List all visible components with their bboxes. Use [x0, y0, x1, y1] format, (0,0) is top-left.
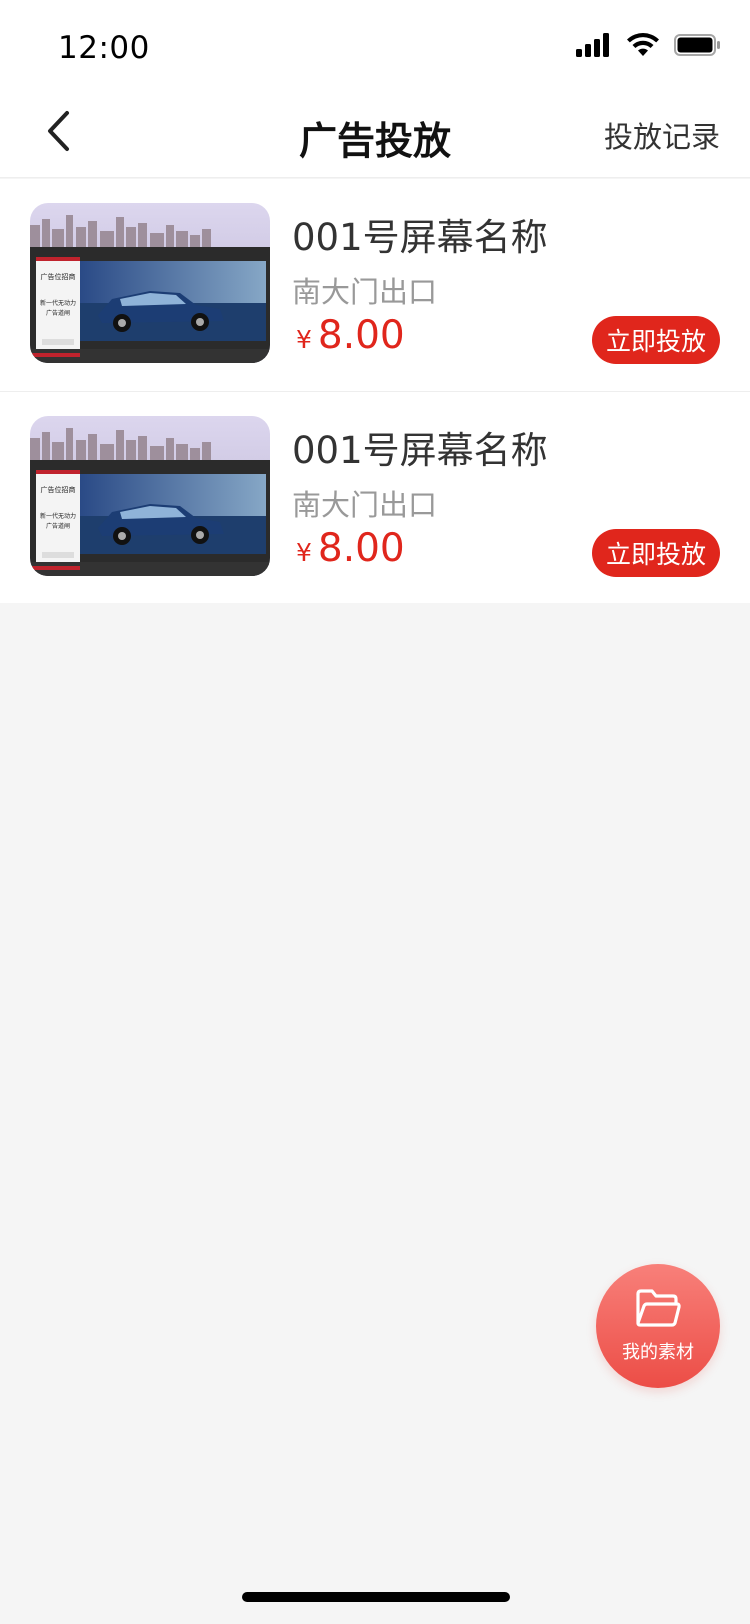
billboard-text: 广告位招商 — [41, 485, 76, 494]
svg-text:新一代无动力: 新一代无动力 — [40, 512, 76, 520]
status-time: 12:00 — [58, 30, 150, 66]
item-name: 001号屏幕名称 — [292, 429, 548, 472]
item-price: ¥ 8.00 — [296, 313, 405, 358]
fab-label: 我的素材 — [622, 1342, 694, 1363]
item-location: 南大门出口 — [292, 488, 438, 522]
screen-list: 广告位招商 新一代无动力 广告道闸 001号屏幕名称 南大门出口 ¥ 8.00 … — [0, 179, 750, 603]
billboard-text: 广告位招商 — [41, 272, 76, 281]
wifi-icon — [626, 32, 660, 62]
place-ad-button[interactable]: 立即投放 — [592, 316, 720, 364]
svg-text:广告道闸: 广告道闸 — [46, 522, 70, 530]
battery-icon — [674, 33, 722, 61]
price-value: 8.00 — [317, 313, 405, 358]
records-link[interactable]: 投放记录 — [604, 114, 720, 156]
billboard-car-image: 广告位招商 新一代无动力 广告道闸 — [30, 416, 270, 576]
item-price: ¥ 8.00 — [296, 526, 405, 571]
item-location: 南大门出口 — [292, 275, 438, 309]
currency-symbol: ¥ — [296, 538, 312, 567]
billboard-car-image: 广告位招商 新一代无动力 广告道闸 — [30, 203, 270, 363]
my-materials-button[interactable]: 我的素材 — [596, 1264, 720, 1388]
svg-text:新一代无动力: 新一代无动力 — [40, 299, 76, 307]
item-name: 001号屏幕名称 — [292, 216, 548, 259]
folder-icon — [635, 1288, 681, 1332]
status-icons — [576, 32, 722, 62]
screen: 12:00 广告投放 投放记录 广告位招商 新一代无动力 广告道闸 001号屏幕… — [0, 0, 750, 1624]
price-value: 8.00 — [317, 526, 405, 571]
currency-symbol: ¥ — [296, 325, 312, 354]
signal-icon — [576, 33, 612, 61]
home-indicator — [242, 1592, 510, 1602]
list-item[interactable]: 广告位招商 新一代无动力 广告道闸 001号屏幕名称 南大门出口 ¥ 8.00 … — [0, 391, 750, 603]
nav-bar: 广告投放 投放记录 — [0, 88, 750, 178]
list-item[interactable]: 广告位招商 新一代无动力 广告道闸 001号屏幕名称 南大门出口 ¥ 8.00 … — [0, 179, 750, 391]
status-bar: 12:00 — [0, 0, 750, 88]
svg-text:广告道闸: 广告道闸 — [46, 309, 70, 317]
place-ad-button[interactable]: 立即投放 — [592, 529, 720, 577]
